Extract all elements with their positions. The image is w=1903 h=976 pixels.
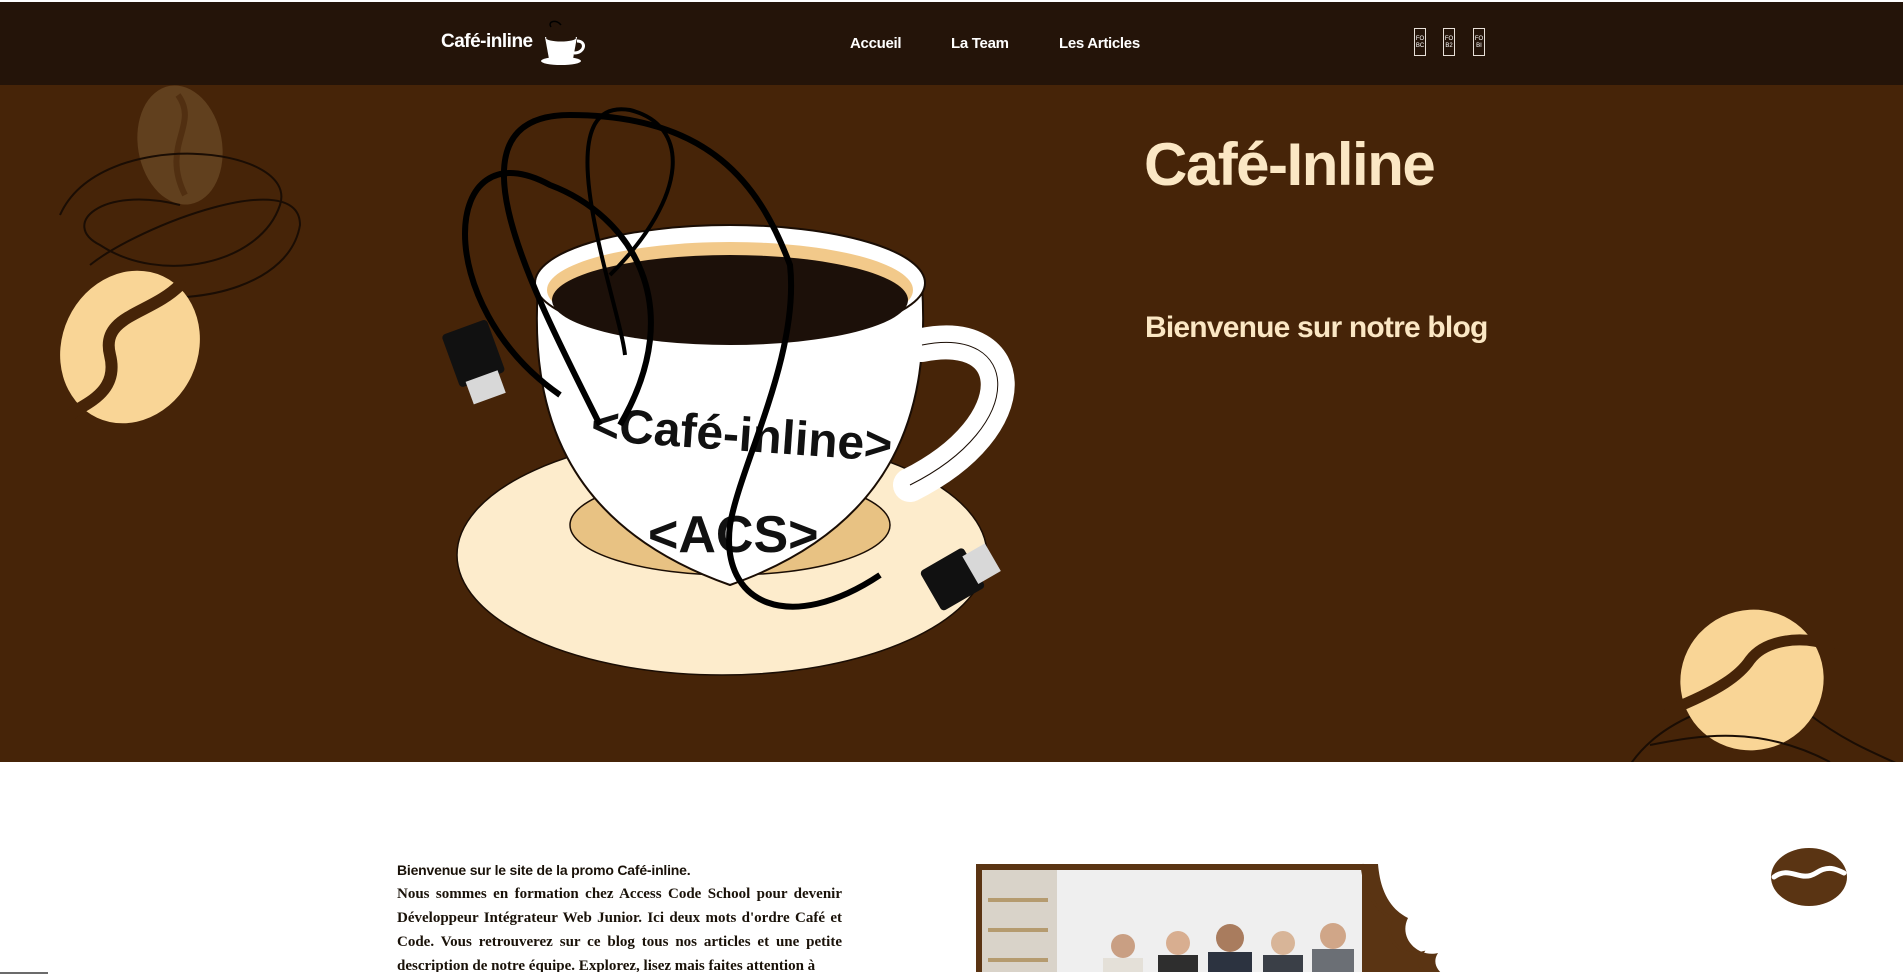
hero-subtitle: Bienvenue sur notre blog: [1145, 311, 1488, 344]
nav-les-articles[interactable]: Les Articles: [1059, 35, 1140, 52]
team-photo: [976, 863, 1446, 976]
coffee-bean-decoration-top-left: [59, 85, 302, 424]
instagram-icon[interactable]: FO BI: [1473, 28, 1485, 56]
intro-text-block: Bienvenue sur le site de la promo Café-i…: [397, 858, 842, 976]
facebook-icon[interactable]: FO BC: [1414, 28, 1426, 56]
coffee-bean-decoration-bottom-right: [1631, 609, 1897, 762]
coffee-bean-small-icon: [1771, 848, 1847, 906]
nav-la-team[interactable]: La Team: [951, 35, 1009, 52]
hero-title: Café-Inline: [1144, 131, 1436, 198]
intro-lead: Bienvenue sur le site de la promo Café-i…: [397, 862, 691, 878]
twitter-icon[interactable]: FO B2: [1443, 28, 1455, 56]
coffee-cup-illustration: <Café-inline> <ACS>: [442, 107, 1015, 676]
nav-accueil[interactable]: Accueil: [850, 35, 902, 52]
horizontal-scrollbar[interactable]: [0, 972, 1903, 976]
hero-banner: <Café-inline> <ACS> Café-Inline Bienvenu…: [0, 85, 1903, 762]
intro-body: Nous sommes en formation chez Access Cod…: [397, 886, 842, 974]
navbar: Café-inline Accueil La Team Les Articles…: [0, 2, 1903, 85]
intro-section: Bienvenue sur le site de la promo Café-i…: [0, 762, 1903, 976]
